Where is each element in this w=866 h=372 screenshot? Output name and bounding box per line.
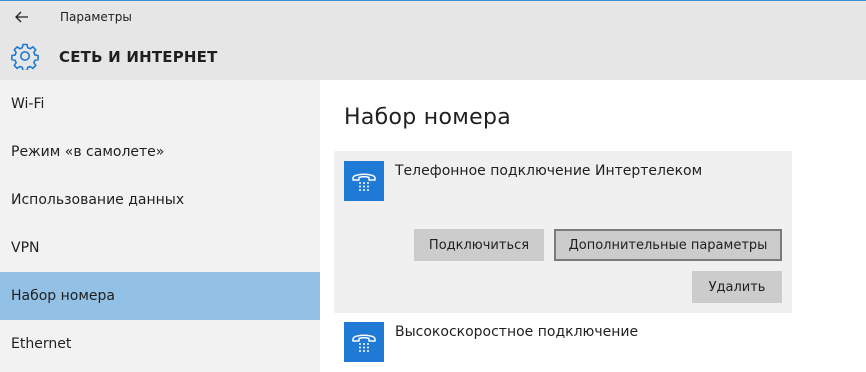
sidebar-item-dial-up[interactable]: Набор номера <box>0 272 320 320</box>
connection-item[interactable]: Высокоскоростное подключение <box>334 320 792 372</box>
gear-icon <box>11 43 39 70</box>
dialup-phone-icon <box>344 161 384 201</box>
back-arrow-icon <box>15 11 28 23</box>
connection-name: Высокоскоростное подключение <box>395 324 639 340</box>
sidebar-item-vpn[interactable]: VPN <box>0 224 320 272</box>
dialup-phone-icon <box>344 322 384 362</box>
sidebar: Wi-Fi Режим «в самолете» Использование д… <box>0 80 320 372</box>
sidebar-item-ethernet[interactable]: Ethernet <box>0 320 320 368</box>
connection-card[interactable]: Телефонное подключение Интертелеком Подк… <box>334 151 792 313</box>
sidebar-item-airplane-mode[interactable]: Режим «в самолете» <box>0 128 320 176</box>
advanced-options-button[interactable]: Дополнительные параметры <box>554 229 782 261</box>
main-content: Набор номера Телефонное подключение Инте… <box>320 80 866 372</box>
page-title: Набор номера <box>344 105 512 130</box>
sidebar-item-data-usage[interactable]: Использование данных <box>0 176 320 224</box>
section-title: СЕТЬ И ИНТЕРНЕТ <box>59 48 218 66</box>
connection-name: Телефонное подключение Интертелеком <box>395 163 703 179</box>
delete-button[interactable]: Удалить <box>692 271 782 303</box>
back-button[interactable] <box>10 5 34 29</box>
title-bar: Параметры <box>0 0 866 33</box>
connect-button[interactable]: Подключиться <box>414 229 544 261</box>
window-title: Параметры <box>60 10 132 24</box>
settings-window: Параметры СЕТЬ И ИНТЕРНЕТ Wi-Fi Режим «в… <box>0 0 866 372</box>
section-header: СЕТЬ И ИНТЕРНЕТ <box>0 33 866 80</box>
sidebar-item-wifi[interactable]: Wi-Fi <box>0 80 320 128</box>
